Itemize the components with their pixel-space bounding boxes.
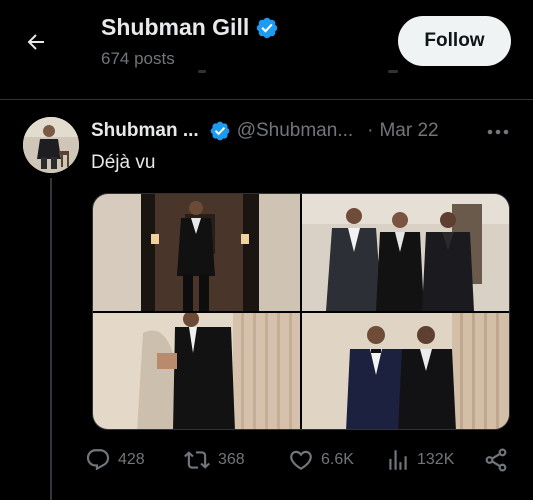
header-divider [0,99,533,100]
repost-count: 368 [218,451,245,468]
more-options-button[interactable] [486,122,510,142]
photo-2[interactable] [302,194,509,311]
photo-3[interactable] [93,313,300,429]
share-button[interactable] [483,440,509,480]
views-button[interactable]: 132K [385,440,454,480]
like-count: 6.6K [321,451,354,468]
profile-title: Shubman Gill [101,14,279,41]
media-grid [92,193,510,430]
scrolled-content-remnant [120,68,420,80]
like-button[interactable]: 6.6K [287,440,354,480]
reply-count: 428 [118,451,145,468]
tweet-header: Shubman ... @Shubman... · Mar 22 [91,120,439,142]
views-icon [389,450,407,470]
tweet-text: Déjà vu [91,152,156,173]
avatar[interactable] [23,117,79,173]
verified-badge-icon [210,121,230,141]
profile-name: Shubman Gill [101,14,250,40]
share-icon [485,448,507,472]
post-count: 674 posts [101,49,175,68]
post-date[interactable]: Mar 22 [379,120,438,142]
repost-icon [184,451,210,469]
author-name[interactable]: Shubman ... [91,120,199,142]
view-count: 132K [417,451,455,468]
photo-1[interactable] [93,194,300,311]
separator-dot: · [367,120,374,141]
photo-4[interactable] [302,313,509,429]
repost-button[interactable]: 368 [182,440,245,480]
profile-header: Shubman Gill 674 posts Follow [0,0,533,100]
reply-button[interactable]: 428 [84,440,145,480]
more-icon [487,129,509,135]
arrow-left-icon [27,34,44,50]
action-bar: 428 368 6.6K 132K [0,440,533,484]
verified-badge [209,120,231,142]
like-icon [290,450,312,470]
follow-button[interactable]: Follow [398,16,511,66]
verified-badge-icon [256,17,278,38]
back-button[interactable] [18,24,54,60]
reply-icon [86,449,110,471]
author-handle[interactable]: @Shubman... [237,120,353,142]
